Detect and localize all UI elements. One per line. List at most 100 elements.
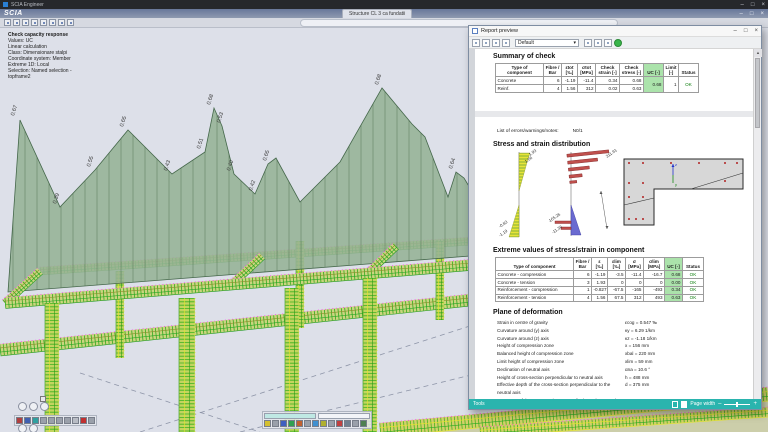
viewport-toolbar-icon[interactable] <box>40 417 47 424</box>
viewport-toolbar-icon[interactable] <box>80 417 87 424</box>
plane-value: κy = 6.29 1/km <box>625 327 655 335</box>
table-layout-icon[interactable] <box>604 39 612 47</box>
table-header-cell: Limit [-] <box>664 64 679 77</box>
plane-row: Height of cross-section perpendicular to… <box>497 374 657 382</box>
table-row: Concrete6-1.19-11.40.340.680.681OK <box>496 77 699 85</box>
open-project-icon[interactable] <box>13 19 20 26</box>
settings-icon[interactable] <box>472 39 480 47</box>
view-mode-field[interactable] <box>264 413 316 419</box>
table-cell: 312 <box>626 294 644 302</box>
table-row: Concrete - tension31.930000.00OK <box>496 279 704 287</box>
page-setup-icon[interactable] <box>492 39 500 47</box>
viewport-toolbar-icon[interactable] <box>48 417 55 424</box>
viewport-toolbar-icon[interactable] <box>64 417 71 424</box>
scene-settings-icon[interactable] <box>328 420 335 427</box>
new-document-icon[interactable] <box>4 19 11 26</box>
summary-table: Type of componentFibre / Barεtot [‰]σtot… <box>495 63 699 93</box>
dialog-titlebar[interactable]: Report preview – □ × <box>469 26 761 37</box>
report-body: Summary of check Type of componentFibre … <box>469 49 761 399</box>
minimize-icon[interactable]: – <box>741 1 744 9</box>
scene-settings-icon[interactable] <box>296 420 303 427</box>
cut-icon[interactable] <box>22 19 29 26</box>
table-cell: 312 <box>578 85 596 93</box>
viewport-toolbar-icon[interactable] <box>24 417 31 424</box>
scene-settings-icon[interactable] <box>344 420 351 427</box>
zoom-in-button[interactable]: + <box>753 400 757 408</box>
table-cell: -165 <box>626 286 644 294</box>
plane-label: Balanced height of compression zone <box>497 350 625 358</box>
nav-button[interactable] <box>29 402 38 411</box>
export-icon[interactable] <box>502 39 510 47</box>
extreme-heading: Extreme values of stress/strain in compo… <box>493 247 644 254</box>
view-icon[interactable] <box>49 19 56 26</box>
app-maximize-icon[interactable]: □ <box>750 10 754 18</box>
scene-settings-icon[interactable] <box>272 420 279 427</box>
table-header-cell: σ [MPa] <box>626 258 644 271</box>
display-settings-field[interactable] <box>318 413 370 419</box>
nav-button[interactable] <box>18 402 27 411</box>
scene-settings-icon[interactable] <box>304 420 311 427</box>
table-cell: OK <box>683 294 704 302</box>
viewport-toolbar-icon[interactable] <box>72 417 79 424</box>
regenerate-icon[interactable] <box>614 39 622 47</box>
scene-settings-icon[interactable] <box>352 420 359 427</box>
report-scrollbar[interactable]: ▲ <box>753 49 761 399</box>
plane-value: xlim = 59 mm <box>625 358 652 366</box>
table-cell: 1.56 <box>562 85 578 93</box>
dialog-minimize-icon[interactable]: – <box>734 27 737 35</box>
single-page-icon[interactable] <box>672 401 678 408</box>
scrollbar-thumb[interactable] <box>755 58 760 128</box>
app-minimize-icon[interactable]: – <box>740 10 743 18</box>
print-icon[interactable] <box>40 19 47 26</box>
viewport-toolbar-icon[interactable] <box>32 417 39 424</box>
plane-row: Curvature around (z) axisκz = -1.18 1/km <box>497 335 657 343</box>
zoom-out-button[interactable]: – <box>718 400 721 408</box>
errors-line: List of errors/warnings/notes: N0/1 <box>497 129 583 134</box>
dialog-close-icon[interactable]: × <box>754 27 758 35</box>
scene-settings-icon[interactable] <box>288 420 295 427</box>
copy-icon[interactable] <box>67 19 74 26</box>
table-cell: OK <box>683 279 704 287</box>
viewport-tab[interactable]: Structure CL 3 ca fundatii <box>342 9 412 18</box>
scene-settings-icon[interactable] <box>320 420 327 427</box>
viewport-toolbar-icon[interactable] <box>56 417 63 424</box>
table-row: Reinforcement - tension41.5667.53124930.… <box>496 294 704 302</box>
nav-button[interactable] <box>40 402 49 411</box>
scroll-up-icon[interactable]: ▲ <box>754 49 762 57</box>
plane-label: Height of compression zone <box>497 342 625 350</box>
close-icon[interactable]: × <box>761 1 765 9</box>
report-profile-select[interactable]: Default ▾ <box>515 39 579 47</box>
table-header-cell: Fibre / Bar <box>574 258 592 271</box>
plane-heading: Plane of deformation <box>493 309 563 316</box>
nav-button[interactable] <box>29 424 38 432</box>
table-cell: OK <box>683 286 704 294</box>
scene-settings-icon[interactable] <box>264 420 271 427</box>
plane-row: Height of compression zonex = 156 mm <box>497 342 657 350</box>
scene-settings-icon[interactable] <box>280 420 287 427</box>
axis-z-label: z <box>675 162 677 167</box>
statusbar-text: Tools <box>473 401 485 407</box>
app-close-icon[interactable]: × <box>760 10 764 18</box>
plane-row: Curvature around (y) axisκy = 6.29 1/km <box>497 327 657 335</box>
maximize-icon[interactable]: □ <box>751 1 755 9</box>
report-statusbar: Tools Page width – + <box>469 399 761 409</box>
link-icon[interactable] <box>31 19 38 26</box>
viewport-toolbar-icon[interactable] <box>16 417 23 424</box>
plane-label: Limit height of compression zone <box>497 358 625 366</box>
scene-settings-icon[interactable] <box>312 420 319 427</box>
zoom-slider-thumb[interactable] <box>736 402 738 407</box>
dialog-maximize-icon[interactable]: □ <box>744 27 748 35</box>
table-cell: Reinforcement - compression <box>496 286 574 294</box>
zoom-slider[interactable] <box>724 404 750 405</box>
nav-button[interactable] <box>18 424 27 432</box>
mail-icon[interactable] <box>58 19 65 26</box>
zoom-out-icon[interactable] <box>594 39 602 47</box>
zoom-in-icon[interactable] <box>584 39 592 47</box>
scene-settings-icon[interactable] <box>336 420 343 427</box>
app-window-controls: – □ × <box>740 10 764 18</box>
page-width-icon[interactable] <box>681 401 687 408</box>
viewport-toolbar-icon[interactable] <box>88 417 95 424</box>
table-cell: -11.4 <box>578 77 596 85</box>
scene-settings-icon[interactable] <box>360 420 367 427</box>
print-icon[interactable] <box>482 39 490 47</box>
